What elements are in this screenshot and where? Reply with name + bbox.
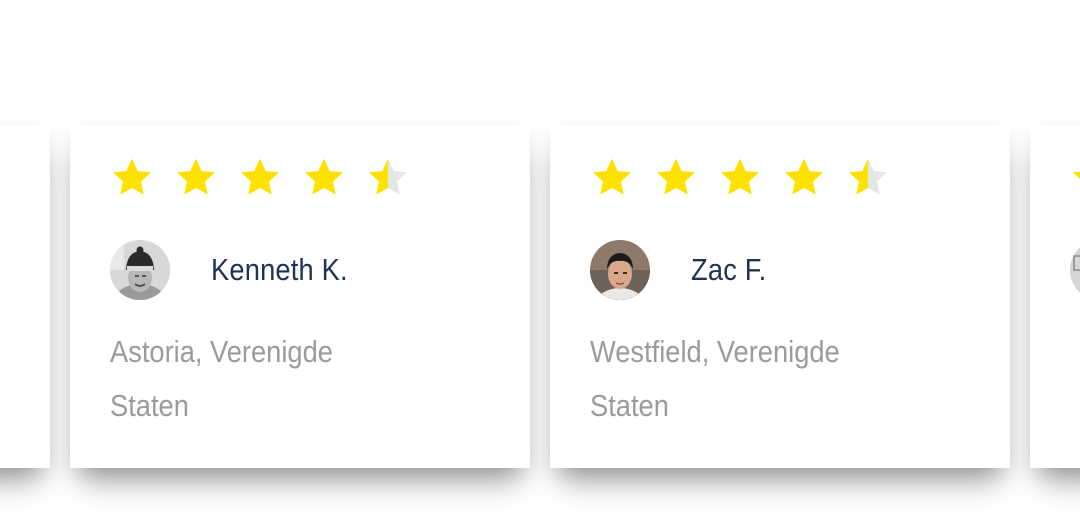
avatar [110, 240, 170, 300]
review-card [1030, 125, 1080, 468]
avatar [1070, 240, 1080, 300]
person-photo-icon [1070, 240, 1080, 300]
review-card [0, 125, 50, 468]
reviewer: Kenneth K. [110, 240, 366, 300]
star-icon [849, 158, 887, 195]
star-rating [1070, 156, 1080, 200]
star-icon [177, 158, 215, 195]
review-card: Kenneth K. Astoria, Verenigde Staten [70, 125, 530, 468]
star-icon [593, 158, 631, 195]
star-rating [110, 156, 410, 200]
reviewer-name: Kenneth K. [211, 252, 348, 287]
star-rating [590, 156, 890, 200]
star-icon [113, 158, 151, 195]
reviewer: Zac F. [590, 240, 777, 300]
star-icon [785, 158, 823, 195]
reviews-carousel: Kenneth K. Astoria, Verenigde Staten Zac… [0, 0, 1080, 518]
reviewer-location: Westfield, Verenigde Staten [590, 334, 840, 423]
star-icon [657, 158, 695, 195]
person-photo-icon [590, 240, 650, 300]
review-card: Zac F. Westfield, Verenigde Staten [550, 125, 1010, 468]
avatar [590, 240, 650, 300]
reviewer-location: Astoria, Verenigde Staten [110, 334, 333, 423]
star-icon [721, 158, 759, 195]
star-icon [305, 158, 343, 195]
reviewer [1070, 240, 1080, 300]
star-icon [369, 158, 407, 195]
reviewer-name: Zac F. [691, 252, 767, 287]
star-icon [1073, 171, 1080, 179]
person-photo-icon [110, 240, 170, 300]
star-icon [241, 158, 279, 195]
